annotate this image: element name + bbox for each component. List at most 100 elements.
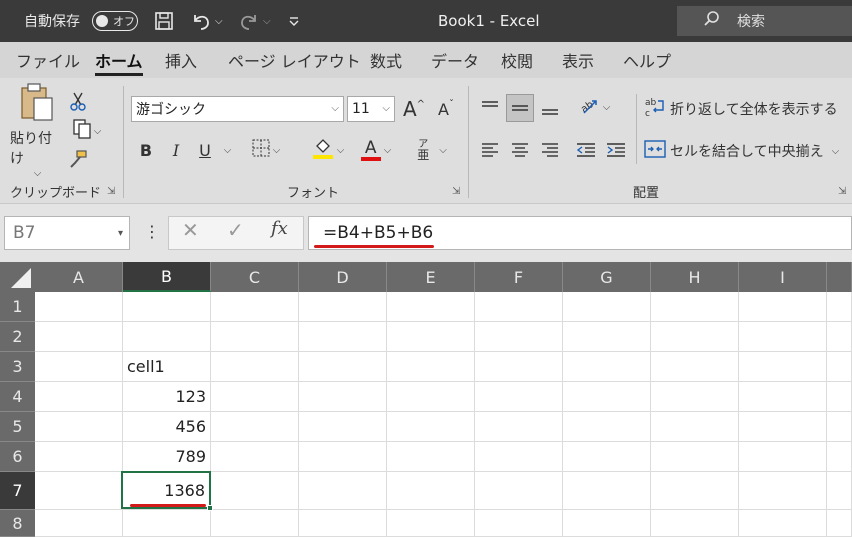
fill-color-button[interactable]: ⌵: [306, 136, 350, 164]
cell-i4[interactable]: [739, 382, 827, 412]
italic-button[interactable]: I: [166, 138, 186, 162]
row-header-5[interactable]: 5: [0, 412, 35, 442]
cell-a1[interactable]: [35, 292, 123, 322]
cell-b2[interactable]: [123, 322, 211, 352]
cell-i8[interactable]: [739, 510, 827, 537]
cell-d6[interactable]: [299, 442, 387, 472]
cell-e6[interactable]: [387, 442, 475, 472]
align-top-icon[interactable]: [478, 96, 502, 120]
cell-c2[interactable]: [211, 322, 299, 352]
row-header-6[interactable]: 6: [0, 442, 35, 472]
cell-f1[interactable]: [475, 292, 563, 322]
cell-c4[interactable]: [211, 382, 299, 412]
column-header-c[interactable]: C: [211, 262, 299, 292]
column-header-f[interactable]: F: [475, 262, 563, 292]
column-header-e[interactable]: E: [387, 262, 475, 292]
cell-j3[interactable]: [827, 352, 852, 382]
row-header-4[interactable]: 4: [0, 382, 35, 412]
font-name-select[interactable]: 游ゴシック ⌵: [131, 96, 344, 122]
tab-view[interactable]: 表示: [562, 42, 594, 78]
cell-f5[interactable]: [475, 412, 563, 442]
undo-dropdown-icon[interactable]: ⌵: [215, 16, 223, 27]
cell-f6[interactable]: [475, 442, 563, 472]
cell-f4[interactable]: [475, 382, 563, 412]
tab-review[interactable]: 校閲: [501, 42, 533, 78]
customize-toolbar-icon[interactable]: [288, 0, 300, 42]
merge-center-button[interactable]: セルを結合して中央揃え ⌵: [644, 138, 839, 164]
column-header-j[interactable]: [827, 262, 852, 292]
paste-dropdown-icon[interactable]: ⌵: [34, 168, 42, 179]
cell-h1[interactable]: [651, 292, 739, 322]
cell-i3[interactable]: [739, 352, 827, 382]
cell-a6[interactable]: [35, 442, 123, 472]
paste-button[interactable]: 貼り付け ⌵: [10, 82, 62, 179]
cell-a5[interactable]: [35, 412, 123, 442]
cell-c1[interactable]: [211, 292, 299, 322]
cell-h7[interactable]: [651, 472, 739, 510]
underline-button[interactable]: U: [194, 138, 216, 162]
cell-e8[interactable]: [387, 510, 475, 537]
cell-j4[interactable]: [827, 382, 852, 412]
tab-file[interactable]: ファイル: [16, 42, 80, 78]
search-box[interactable]: 検索: [677, 6, 852, 36]
tab-insert[interactable]: 挿入: [165, 42, 197, 78]
cell-g3[interactable]: [563, 352, 651, 382]
cell-d1[interactable]: [299, 292, 387, 322]
cell-j7[interactable]: [827, 472, 852, 510]
phonetic-button[interactable]: ア 亜 ⌵: [410, 136, 454, 164]
cell-a4[interactable]: [35, 382, 123, 412]
cell-g7[interactable]: [563, 472, 651, 510]
cell-h3[interactable]: [651, 352, 739, 382]
cell-a3[interactable]: [35, 352, 123, 382]
row-header-7[interactable]: 7: [0, 472, 35, 510]
cell-i1[interactable]: [739, 292, 827, 322]
cell-c7[interactable]: [211, 472, 299, 510]
name-box[interactable]: B7 ▾: [4, 216, 130, 250]
row-header-8[interactable]: 8: [0, 510, 35, 537]
cell-g4[interactable]: [563, 382, 651, 412]
tab-data[interactable]: データ: [431, 42, 479, 78]
orientation-button[interactable]: ab ⌵: [574, 94, 614, 120]
cell-b4[interactable]: 123: [123, 382, 211, 412]
autosave-toggle[interactable]: オフ: [92, 0, 138, 42]
cell-d2[interactable]: [299, 322, 387, 352]
increase-indent-icon[interactable]: [604, 138, 628, 162]
undo-icon[interactable]: ⌵: [190, 0, 223, 42]
cell-d7[interactable]: [299, 472, 387, 510]
bold-button[interactable]: B: [136, 138, 156, 162]
cell-j2[interactable]: [827, 322, 852, 352]
align-middle-icon[interactable]: [506, 94, 534, 122]
cell-i5[interactable]: [739, 412, 827, 442]
column-header-i[interactable]: I: [739, 262, 827, 292]
tab-help[interactable]: ヘルプ: [623, 42, 671, 78]
copy-button[interactable]: ⌵: [66, 119, 108, 142]
cell-f2[interactable]: [475, 322, 563, 352]
cell-b8[interactable]: [123, 510, 211, 537]
tab-home[interactable]: ホーム: [95, 42, 143, 78]
cell-f8[interactable]: [475, 510, 563, 537]
cell-g8[interactable]: [563, 510, 651, 537]
copy-dropdown-icon[interactable]: ⌵: [94, 126, 102, 137]
enter-icon[interactable]: ✓: [227, 218, 244, 242]
cell-d3[interactable]: [299, 352, 387, 382]
column-header-a[interactable]: A: [35, 262, 123, 292]
tab-page-layout[interactable]: ページ レイアウト: [228, 42, 361, 78]
cell-g1[interactable]: [563, 292, 651, 322]
cancel-icon[interactable]: ✕: [182, 218, 199, 242]
cut-icon[interactable]: [68, 90, 88, 112]
save-icon[interactable]: [154, 0, 174, 42]
cell-e4[interactable]: [387, 382, 475, 412]
cell-e3[interactable]: [387, 352, 475, 382]
cell-j1[interactable]: [827, 292, 852, 322]
shrink-font-button[interactable]: Aˇ: [432, 96, 460, 122]
column-header-h[interactable]: H: [651, 262, 739, 292]
row-header-2[interactable]: 2: [0, 322, 35, 352]
tab-formulas[interactable]: 数式: [370, 42, 402, 78]
align-bottom-icon[interactable]: [538, 96, 562, 120]
borders-button[interactable]: ⌵: [244, 138, 288, 162]
format-painter-icon[interactable]: [66, 148, 90, 170]
cell-b5[interactable]: 456: [123, 412, 211, 442]
cell-e7[interactable]: [387, 472, 475, 510]
font-size-select[interactable]: 11 ⌵: [347, 96, 395, 122]
cell-b1[interactable]: [123, 292, 211, 322]
